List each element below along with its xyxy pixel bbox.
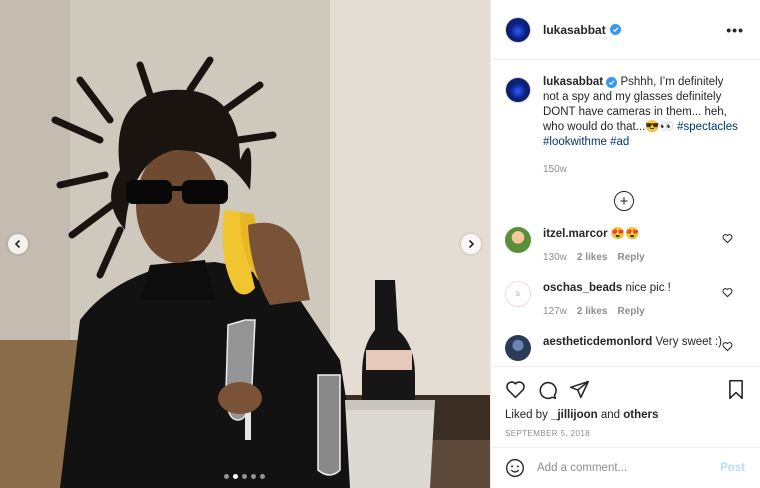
author-username-text[interactable]: lukasabbat <box>543 23 606 37</box>
caption-username[interactable]: lukasabbat <box>543 76 603 88</box>
post-header: lukasabbat ••• <box>491 0 760 60</box>
carousel-prev-button[interactable] <box>8 234 28 254</box>
hashtag-link[interactable]: #lookwithme <box>543 136 607 148</box>
commenter-avatar[interactable]: b <box>505 281 531 307</box>
post-caption: lukasabbat Pshhh, I’m definitely not a s… <box>505 75 743 177</box>
share-button[interactable] <box>569 379 590 400</box>
comment-item: b oschas_beads nice pic ! 127w 2 likes R… <box>505 281 743 319</box>
commenter-username[interactable]: itzel.marcor <box>543 228 608 240</box>
comment-time[interactable]: 127w <box>543 304 567 319</box>
liked-by-prefix: Liked by <box>505 409 548 421</box>
carousel-indicator <box>224 474 265 479</box>
more-options-icon[interactable]: ••• <box>726 23 744 37</box>
chevron-right-icon <box>468 239 475 249</box>
liked-by-user[interactable]: _jillijoon <box>551 409 598 421</box>
comment-button[interactable] <box>537 379 558 400</box>
chevron-left-icon <box>14 239 21 249</box>
post-photo[interactable] <box>0 0 490 488</box>
caption-timestamp[interactable]: 150w <box>543 162 739 177</box>
heart-icon[interactable] <box>722 233 733 244</box>
like-button[interactable] <box>505 379 526 400</box>
comment-likes[interactable]: 2 likes <box>577 304 608 319</box>
heart-icon[interactable] <box>722 341 733 352</box>
bookmark-icon <box>729 379 743 399</box>
add-comment-bar: Add a comment... Post <box>491 447 759 488</box>
plus-circle-icon[interactable]: + <box>614 191 634 211</box>
load-more-comments[interactable]: + <box>505 191 743 211</box>
carousel-dot <box>242 474 247 479</box>
comment-text: nice pic ! <box>625 282 671 294</box>
carousel-next-button[interactable] <box>461 234 481 254</box>
save-button[interactable] <box>727 379 745 400</box>
verified-badge-icon <box>606 77 618 88</box>
comments-list[interactable]: lukasabbat Pshhh, I’m definitely not a s… <box>491 61 759 366</box>
emoji-icon[interactable] <box>505 458 525 478</box>
carousel-dot <box>233 474 238 479</box>
commenter-avatar[interactable] <box>505 335 531 361</box>
comment-bubble-icon <box>539 381 557 399</box>
liked-by-others[interactable]: others <box>623 409 658 421</box>
heart-icon[interactable] <box>722 287 733 298</box>
comment-text: 😍😍 <box>610 228 640 240</box>
post-sidebar: lukasabbat ••• lukasabbat Pshhh, I’m def… <box>490 0 760 488</box>
paper-plane-icon <box>569 380 590 398</box>
post-date[interactable]: SEPTEMBER 5, 2018 <box>505 429 745 438</box>
reply-button[interactable]: Reply <box>618 304 645 319</box>
instagram-post: lukasabbat ••• lukasabbat Pshhh, I’m def… <box>0 0 760 488</box>
heart-icon <box>506 380 525 398</box>
comment-item: itzel.marcor 😍😍 130w 2 likes Reply <box>505 227 743 265</box>
comment-text: Very sweet :) <box>655 336 722 348</box>
author-avatar[interactable] <box>505 16 531 43</box>
comment-input[interactable]: Add a comment... <box>537 462 720 474</box>
commenter-avatar[interactable] <box>505 227 531 253</box>
carousel-dot <box>224 474 229 479</box>
photo-illustration <box>0 0 490 488</box>
hashtag-link[interactable]: #spectacles <box>677 121 738 133</box>
carousel-dot <box>251 474 256 479</box>
caption-avatar[interactable] <box>505 77 531 103</box>
liked-by-and: and <box>600 409 621 421</box>
action-bar <box>505 375 745 403</box>
comment-time[interactable]: 130w <box>543 250 567 265</box>
post-actions: Liked by _jillijoon and others SEPTEMBER… <box>491 366 759 438</box>
liked-by: Liked by _jillijoon and others <box>505 409 745 421</box>
carousel-dot <box>260 474 265 479</box>
comment-likes[interactable]: 2 likes <box>577 250 608 265</box>
hashtag-link[interactable]: #ad <box>610 136 629 148</box>
reply-button[interactable]: Reply <box>618 250 645 265</box>
author-username[interactable]: lukasabbat <box>543 23 621 37</box>
commenter-username[interactable]: aestheticdemonlord <box>543 336 652 348</box>
verified-badge-icon <box>609 24 621 35</box>
comment-item: aestheticdemonlord Very sweet :) <box>505 335 743 361</box>
commenter-username[interactable]: oschas_beads <box>543 282 622 294</box>
post-comment-button[interactable]: Post <box>720 462 745 474</box>
